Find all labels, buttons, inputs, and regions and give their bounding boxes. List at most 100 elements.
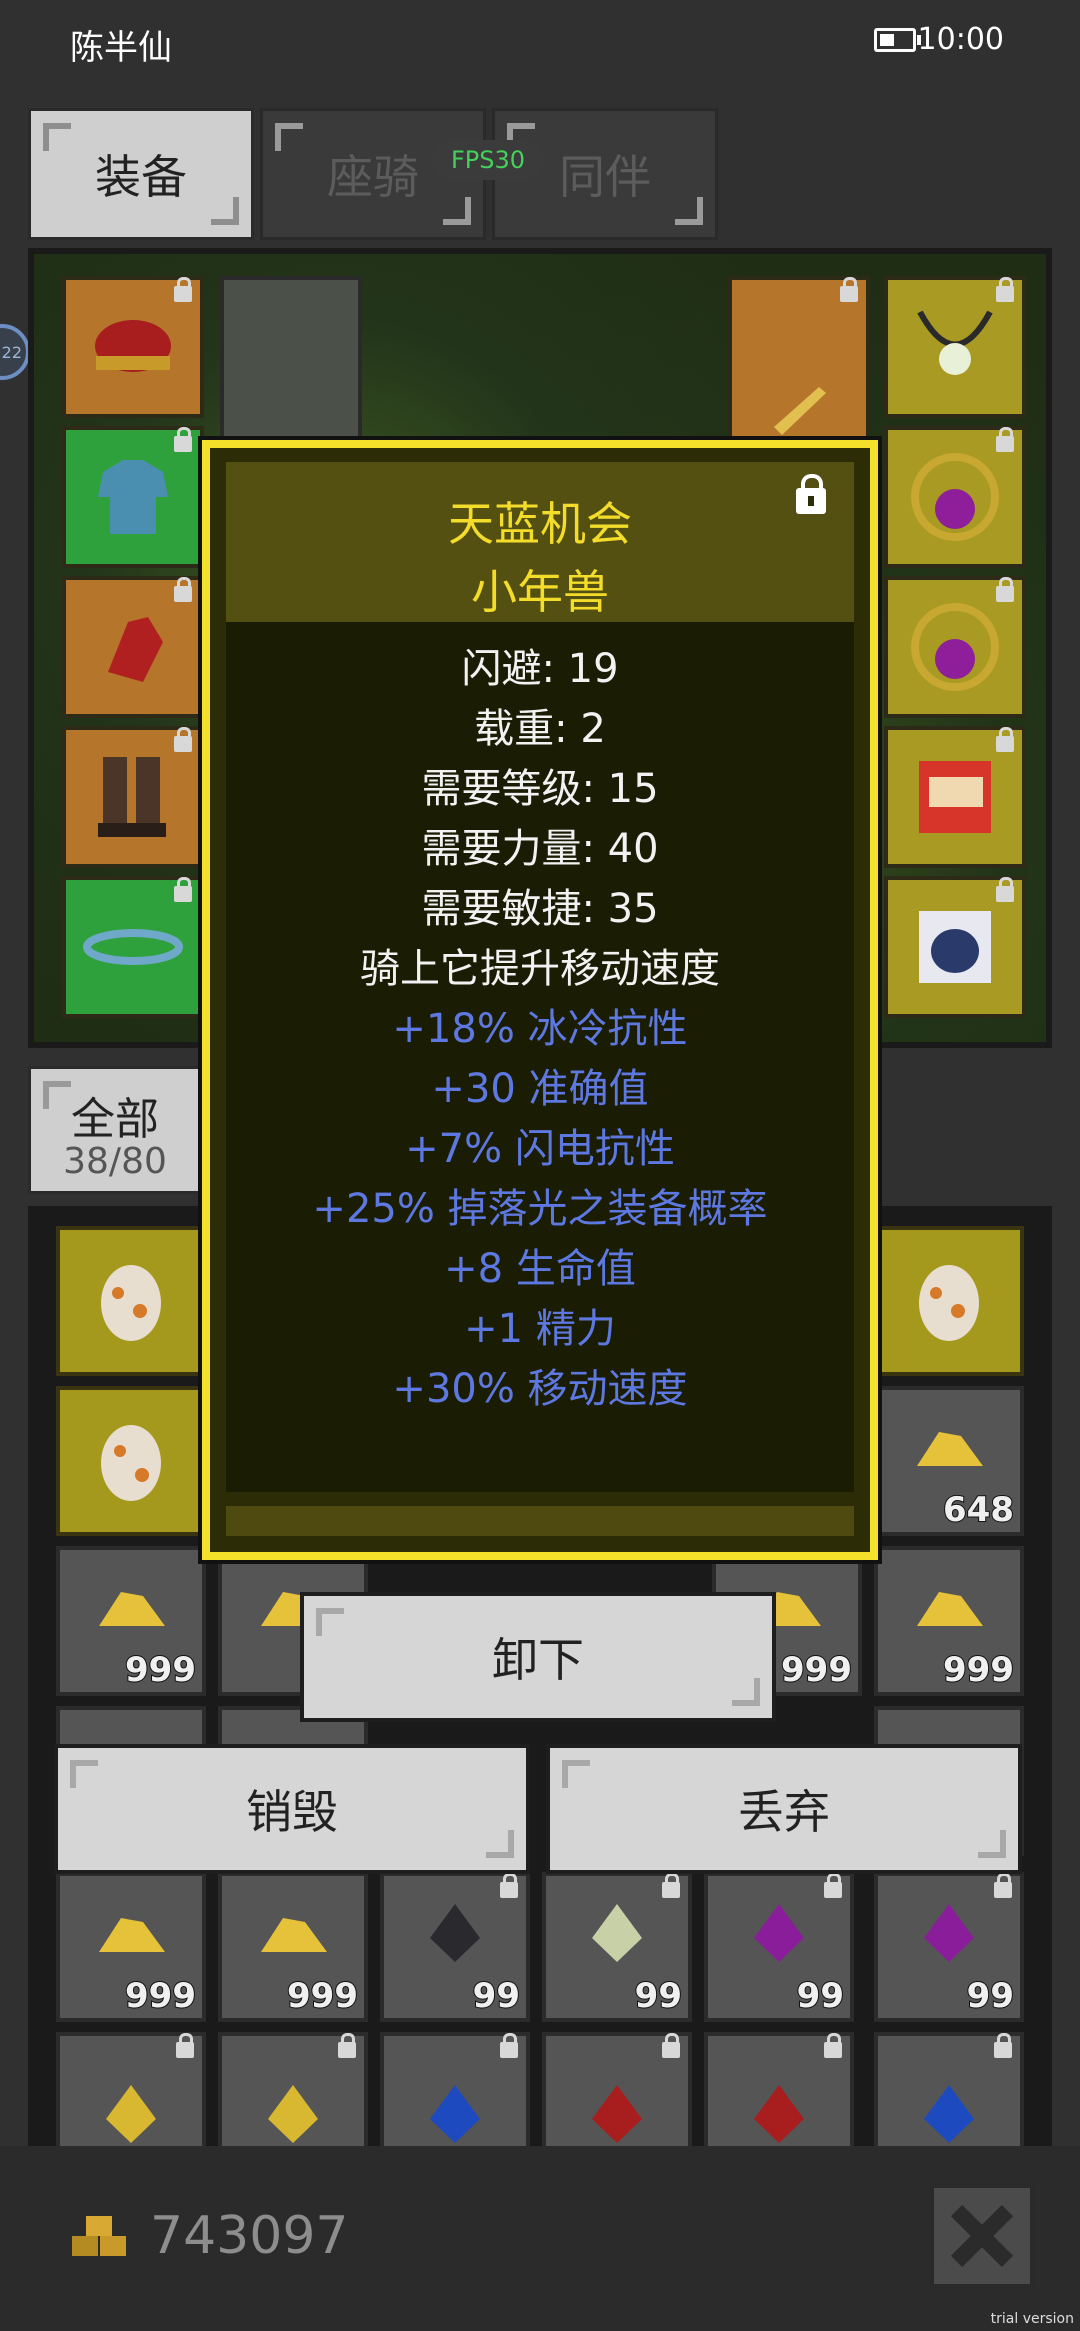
tooltip-body: 闪避: 19 载重: 2 需要等级: 15 需要力量: 40 需要敏捷: 35 … — [226, 622, 854, 1492]
bonus-line: +30 准确值 — [431, 1066, 649, 1112]
red-gem-icon — [592, 2085, 642, 2144]
tab-mount-label: 座骑 — [327, 150, 419, 204]
lock-icon — [174, 427, 192, 452]
inventory-slot[interactable] — [542, 2032, 692, 2146]
stat-line: 需要敏捷: 35 — [421, 886, 659, 932]
bonus-line: +7% 闪电抗性 — [405, 1126, 675, 1172]
egg-icon — [101, 1265, 161, 1341]
bonus-line: +18% 冰冷抗性 — [392, 1006, 688, 1052]
item-name: 天蓝机会 — [448, 497, 632, 551]
bonus-line: +1 精力 — [464, 1306, 616, 1352]
item-type: 小年兽 — [471, 565, 609, 619]
equip-slot-armor[interactable] — [62, 426, 204, 568]
side-floating-badge[interactable]: 22 — [0, 324, 30, 380]
inventory-slot[interactable]: 999 — [56, 1872, 206, 2022]
tooltip-footer — [226, 1506, 854, 1536]
clock-time: 10:00 — [917, 22, 1004, 57]
inventory-slot[interactable]: 99 — [542, 1872, 692, 2022]
inventory-slot[interactable]: 99 — [704, 1872, 854, 2022]
equip-slot-offhand[interactable] — [728, 276, 870, 466]
side-badge-text: 22 — [1, 342, 22, 362]
destroy-label: 销毁 — [246, 1785, 338, 1839]
equip-slot-ring-2[interactable] — [884, 576, 1026, 718]
lock-icon — [174, 277, 192, 302]
lock-icon — [824, 1873, 842, 1898]
inventory-slot[interactable]: 999 — [874, 1546, 1024, 1696]
unequip-button[interactable]: 卸下 — [300, 1592, 776, 1722]
destroy-button[interactable]: 销毁 — [54, 1744, 530, 1874]
lock-icon — [840, 277, 858, 302]
tab-equipment[interactable]: 装备 — [28, 108, 254, 240]
fps-counter: FPS30 — [432, 140, 544, 180]
lock-icon — [500, 2033, 518, 2058]
sword-icon — [774, 387, 826, 436]
egg-icon — [101, 1425, 161, 1501]
equip-slot-book[interactable] — [884, 726, 1026, 868]
stat-line: 需要力量: 40 — [421, 826, 659, 872]
inventory-slot[interactable] — [704, 2032, 854, 2146]
bonus-line: +8 生命值 — [444, 1246, 636, 1292]
helmet-icon — [95, 320, 171, 372]
inventory-slot[interactable] — [56, 1386, 206, 1536]
blue-gem-icon — [924, 2085, 974, 2144]
item-quantity: 999 — [780, 1649, 853, 1691]
inventory-slot[interactable] — [874, 2032, 1024, 2146]
equip-slot-gloves[interactable] — [62, 576, 204, 718]
filter-label: 全部 — [71, 1094, 159, 1145]
gold-ore-icon — [99, 1917, 165, 1952]
inventory-slot[interactable]: 99 — [874, 1872, 1024, 2022]
item-quantity: 99 — [966, 1975, 1015, 2017]
inventory-slot[interactable]: 648 — [874, 1386, 1024, 1536]
drop-button[interactable]: 丢弃 — [546, 1744, 1022, 1874]
stat-line: 需要等级: 15 — [421, 766, 659, 812]
blue-gem-icon — [430, 2085, 480, 2144]
item-tooltip: 天蓝机会 小年兽 闪避: 19 载重: 2 需要等级: 15 需要力量: 40 … — [202, 440, 878, 1560]
lock-icon — [174, 877, 192, 902]
item-quantity: 648 — [942, 1489, 1015, 1531]
armor-icon — [98, 460, 168, 534]
player-name: 陈半仙 — [70, 28, 172, 68]
item-quantity: 999 — [942, 1649, 1015, 1691]
unequip-label: 卸下 — [492, 1633, 584, 1687]
inventory-slot[interactable] — [56, 1226, 206, 1376]
close-button[interactable] — [930, 2184, 1034, 2288]
gold-ore-icon — [261, 1917, 327, 1952]
equip-slot-ring-1[interactable] — [884, 426, 1026, 568]
drop-label: 丢弃 — [738, 1785, 830, 1839]
inventory-count: 38/80 — [63, 1141, 167, 1182]
gloves-icon — [108, 617, 163, 682]
item-quantity: 99 — [796, 1975, 845, 2017]
ring-icon — [911, 453, 999, 541]
lock-icon — [662, 2033, 680, 2058]
inventory-slot[interactable] — [874, 1226, 1024, 1376]
bonus-line: +25% 掉落光之装备概率 — [312, 1186, 768, 1232]
yellow-gem-icon — [106, 2085, 156, 2144]
equip-slot-pet[interactable] — [884, 876, 1026, 1018]
equip-slot-amulet[interactable] — [884, 276, 1026, 418]
filter-tab-all[interactable]: 全部 38/80 — [28, 1066, 202, 1194]
inventory-slot[interactable]: 99 — [380, 1872, 530, 2022]
equip-slot-helmet[interactable] — [62, 276, 204, 418]
inventory-slot[interactable] — [218, 2032, 368, 2146]
bonus-line: +30% 移动速度 — [392, 1366, 688, 1412]
inventory-slot[interactable] — [380, 2032, 530, 2146]
item-quantity: 99 — [634, 1975, 683, 2017]
inventory-slot[interactable] — [56, 2032, 206, 2146]
inventory-slot[interactable]: 999 — [218, 1872, 368, 2022]
white-gem-icon — [592, 1903, 642, 1962]
yellow-gem-icon — [268, 2085, 318, 2144]
inventory-slot[interactable]: 999 — [56, 1546, 206, 1696]
purple-gem-icon — [924, 1903, 974, 1962]
gold-amount: 743097 — [150, 2206, 349, 2266]
lock-icon — [500, 1873, 518, 1898]
lock-icon — [994, 2033, 1012, 2058]
gold-ore-icon — [917, 1431, 983, 1466]
tooltip-header: 天蓝机会 小年兽 — [226, 462, 854, 622]
equip-slot-boots[interactable] — [62, 726, 204, 868]
lock-icon[interactable] — [796, 474, 826, 514]
battery-icon — [874, 28, 921, 52]
pet-card-icon — [919, 911, 991, 983]
equip-slot-belt[interactable] — [62, 876, 204, 1018]
equip-slot-weapon[interactable] — [220, 276, 362, 466]
item-quantity: 999 — [286, 1975, 359, 2017]
